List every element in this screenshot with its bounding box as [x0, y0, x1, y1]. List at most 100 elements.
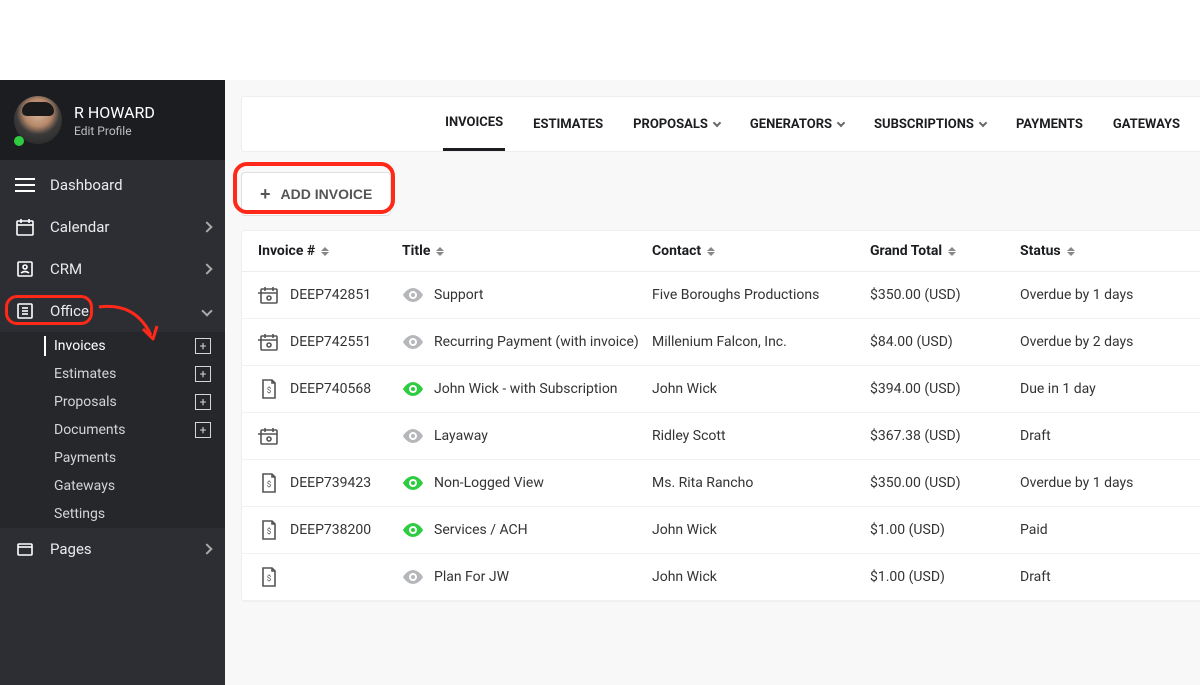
table-row[interactable]: DEEP742551 Recurring Payment (with invoic…	[242, 319, 1200, 366]
add-invoice-button[interactable]: + ADD INVOICE	[241, 172, 391, 216]
status-online-indicator	[14, 136, 24, 146]
invoice-total: $367.38 (USD)	[870, 428, 1020, 444]
add-icon[interactable]: +	[195, 422, 211, 438]
sort-icon[interactable]	[1067, 247, 1075, 256]
add-icon[interactable]: +	[195, 366, 211, 382]
calendar-icon	[258, 331, 280, 353]
sidebar-sub-settings[interactable]: Settings	[0, 500, 225, 528]
sort-icon[interactable]	[321, 247, 329, 256]
invoice-number: DEEP739423	[290, 475, 371, 491]
sidebar-sub-label: Invoices	[54, 338, 106, 354]
invoice-total: $1.00 (USD)	[870, 522, 1020, 538]
table-row[interactable]: $DEEP740568John Wick - with Subscription…	[242, 366, 1200, 413]
contacts-icon	[14, 258, 36, 280]
invoice-status: Paid	[1020, 522, 1190, 538]
tab-estimates[interactable]: ESTIMATES	[531, 97, 605, 151]
svg-text:$: $	[267, 386, 272, 395]
column-label: Invoice #	[258, 243, 315, 259]
invoice-status: Draft	[1020, 569, 1190, 585]
profile-block: R HOWARD Edit Profile	[0, 80, 225, 160]
tab-label: INVOICES	[445, 115, 503, 130]
column-header[interactable]: Grand Total	[870, 243, 1020, 259]
sidebar-sub-documents[interactable]: Documents+	[0, 416, 225, 444]
column-label: Grand Total	[870, 243, 942, 259]
table-row[interactable]: $DEEP738200Services / ACHJohn Wick$1.00 …	[242, 507, 1200, 554]
eye-icon[interactable]	[402, 519, 424, 541]
sidebar-item-label: Office	[50, 302, 89, 320]
column-label: Contact	[652, 243, 701, 259]
eye-icon[interactable]	[402, 566, 424, 588]
sidebar-sub-estimates[interactable]: Estimates+	[0, 360, 225, 388]
invoice-doc-icon: $	[258, 566, 280, 588]
sort-icon[interactable]	[707, 247, 715, 256]
sidebar-sub-invoices[interactable]: Invoices +	[0, 332, 225, 360]
invoice-title: Services / ACH	[434, 522, 528, 538]
table-row[interactable]: LayawayRidley Scott$367.38 (USD)Draft	[242, 413, 1200, 460]
chevron-down-icon	[201, 305, 212, 316]
tab-label: GENERATORS	[750, 117, 832, 132]
eye-icon[interactable]	[402, 378, 424, 400]
menu-icon	[14, 174, 36, 196]
invoice-title: Non-Logged View	[434, 475, 544, 491]
edit-profile-link[interactable]: Edit Profile	[74, 124, 155, 138]
column-header[interactable]: Status	[1020, 243, 1190, 259]
table-row[interactable]: DEEP742851SupportFive Boroughs Productio…	[242, 272, 1200, 319]
invoice-contact: John Wick	[652, 381, 870, 397]
invoice-title: Recurring Payment (with invoice)	[434, 334, 639, 350]
sidebar-item-office[interactable]: Office	[0, 290, 225, 332]
svg-text:$: $	[267, 574, 272, 583]
eye-icon[interactable]	[402, 472, 424, 494]
main-content: INVOICES ESTIMATES PROPOSALS GENERATORS SUBS…	[225, 80, 1200, 685]
sidebar-item-label: CRM	[50, 260, 82, 278]
profile-name: R HOWARD	[74, 103, 155, 122]
plus-icon: +	[260, 185, 271, 203]
sidebar-sub-label: Proposals	[54, 394, 117, 410]
tab-label: PAYMENTS	[1016, 117, 1083, 132]
sidebar: R HOWARD Edit Profile Dashboard Calendar	[0, 80, 225, 685]
tab-label: ESTIMATES	[533, 117, 603, 132]
invoice-total: $1.00 (USD)	[870, 569, 1020, 585]
tab-bar: INVOICES ESTIMATES PROPOSALS GENERATORS SUBS…	[241, 96, 1200, 152]
eye-icon[interactable]	[402, 331, 424, 353]
tab-payments[interactable]: PAYMENTS	[1014, 97, 1085, 151]
column-label: Title	[402, 243, 430, 259]
eye-icon[interactable]	[402, 284, 424, 306]
sidebar-sub-label: Gateways	[54, 478, 115, 494]
tab-proposals[interactable]: PROPOSALS	[631, 97, 722, 151]
tab-label: PROPOSALS	[633, 117, 708, 132]
tab-gateways[interactable]: GATEWAYS	[1111, 97, 1182, 151]
sort-icon[interactable]	[948, 247, 956, 256]
sidebar-item-label: Dashboard	[50, 176, 123, 194]
tab-generators[interactable]: GENERATORS	[748, 97, 846, 151]
invoice-number: DEEP742551	[290, 334, 371, 350]
office-subnav: Invoices+Estimates+Proposals+Documents+P…	[0, 332, 225, 528]
eye-icon[interactable]	[402, 425, 424, 447]
column-header[interactable]: Title	[402, 243, 652, 259]
add-icon[interactable]: +	[195, 338, 211, 354]
sidebar-item-crm[interactable]: CRM	[0, 248, 225, 290]
sidebar-sub-proposals[interactable]: Proposals +	[0, 388, 225, 416]
sidebar-sub-gateways[interactable]: Gateways	[0, 472, 225, 500]
sidebar-item-dashboard[interactable]: Dashboard	[0, 164, 225, 206]
table-row[interactable]: $Plan For JWJohn Wick$1.00 (USD)Draft	[242, 554, 1200, 601]
column-header[interactable]: Contact	[652, 243, 870, 259]
tab-invoices[interactable]: INVOICES	[443, 97, 505, 151]
table-row[interactable]: $DEEP739423Non-Logged ViewMs. Rita Ranch…	[242, 460, 1200, 507]
invoice-doc-icon: $	[258, 378, 280, 400]
sidebar-item-calendar[interactable]: Calendar	[0, 206, 225, 248]
invoice-number: DEEP742851	[290, 287, 371, 303]
sidebar-sub-label: Settings	[54, 506, 105, 522]
sidebar-sub-label: Payments	[54, 450, 116, 466]
sidebar-sub-payments[interactable]: Payments	[0, 444, 225, 472]
tab-subscriptions[interactable]: SUBSCRIPTIONS	[872, 97, 988, 151]
tab-label: SUBSCRIPTIONS	[874, 117, 974, 132]
invoice-contact: Ridley Scott	[652, 428, 870, 444]
add-icon[interactable]: +	[195, 394, 211, 410]
calendar-icon	[14, 216, 36, 238]
tab-label: GATEWAYS	[1113, 117, 1180, 132]
invoice-number: DEEP740568	[290, 381, 371, 397]
column-header[interactable]: Invoice #	[258, 243, 402, 259]
sort-icon[interactable]	[436, 247, 444, 256]
sidebar-item-pages[interactable]: Pages	[0, 528, 225, 570]
invoice-title: Support	[434, 287, 483, 303]
